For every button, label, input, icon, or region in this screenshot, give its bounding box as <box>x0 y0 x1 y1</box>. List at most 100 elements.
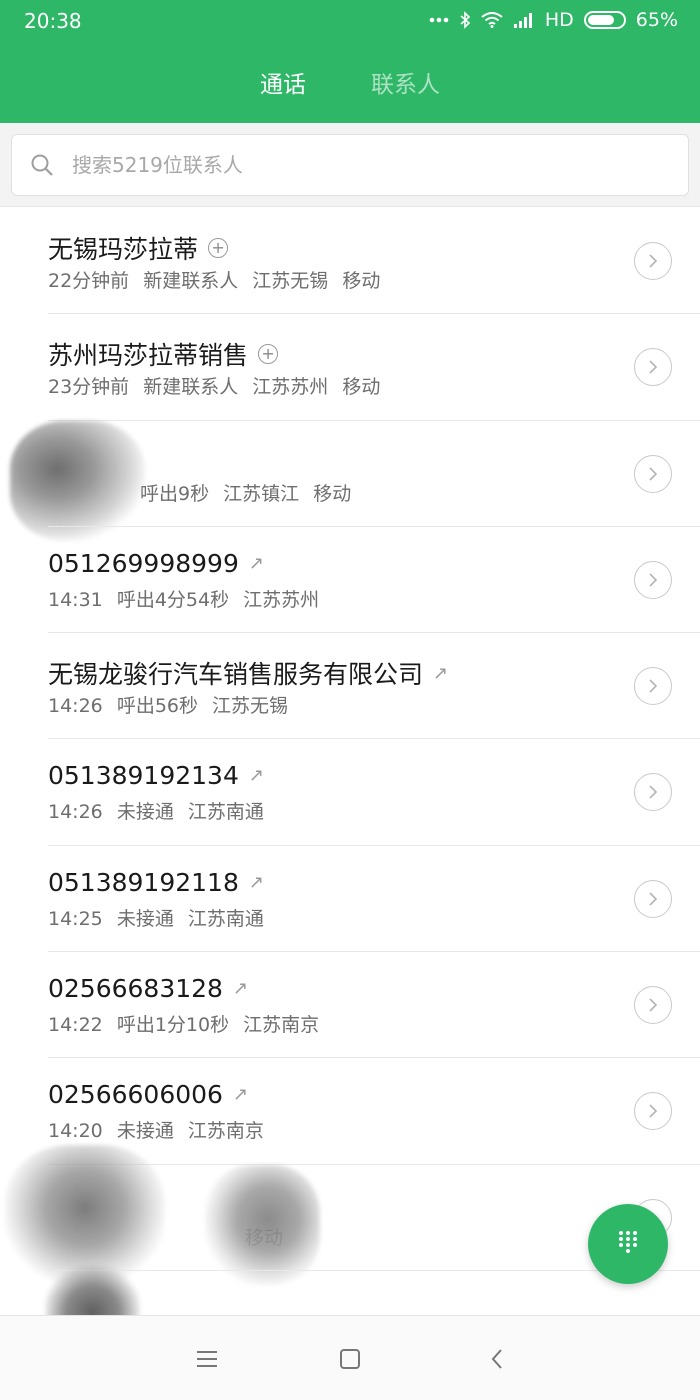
status-icons: HD 65% <box>429 9 678 31</box>
call-time: 22分钟前 <box>48 270 130 292</box>
outgoing-call-icon: ↗ <box>248 552 264 574</box>
outgoing-call-icon: ↗ <box>248 871 264 893</box>
tab-calls[interactable]: 通话 <box>260 60 306 110</box>
call-log-detail: 14:26 呼出56秒 江苏无锡 <box>48 691 296 718</box>
caller-number: 02566683128 <box>48 974 223 1004</box>
chevron-right-icon[interactable] <box>634 560 672 599</box>
dialpad-button[interactable] <box>588 1204 668 1284</box>
system-nav-bar <box>0 1315 700 1400</box>
call-location: 江苏苏州 <box>252 376 329 399</box>
redaction-scribble <box>10 420 145 541</box>
call-carrier: 移动 <box>313 482 352 505</box>
search-input[interactable] <box>72 153 652 177</box>
caller-name: 无锡玛莎拉蒂 <box>48 235 199 264</box>
call-location: 江苏无锡 <box>212 695 289 718</box>
call-status: 新建联系人 <box>143 376 239 399</box>
battery-level: 65% <box>635 9 678 31</box>
call-time: 14:25 <box>48 907 103 930</box>
chevron-right-icon[interactable] <box>634 667 672 706</box>
call-log-list: 无锡玛莎拉蒂 + 22分钟前 新建联系人 江苏无锡 移动 苏州玛莎拉蒂销售 + … <box>0 208 700 1285</box>
call-log-name: 无锡龙骏行汽车销售服务有限公司 ↗ <box>48 655 448 691</box>
search-area <box>0 123 700 207</box>
caller-number: 051389192134 <box>48 761 239 791</box>
call-status: 未接通 <box>116 907 174 930</box>
call-log-detail: 呼出9秒 江苏镇江 移动 <box>140 479 359 506</box>
call-status: 呼出1分10秒 <box>116 1014 230 1037</box>
outgoing-call-icon: ↗ <box>248 765 264 787</box>
call-log-detail: 22分钟前 新建联系人 江苏无锡 移动 <box>48 266 388 293</box>
call-status: 新建联系人 <box>143 270 239 292</box>
call-log-name: 051269998999 ↗ <box>48 549 264 578</box>
call-log-name: 02566683128 ↗ <box>48 974 248 1003</box>
status-bar: 20:38 HD 65% <box>0 0 700 44</box>
tab-contacts[interactable]: 联系人 <box>371 60 440 110</box>
call-location: 江苏南京 <box>243 1014 320 1037</box>
call-time: 14:26 <box>48 801 103 824</box>
outgoing-call-icon: ↗ <box>232 978 249 1000</box>
call-log-row[interactable]: 无锡玛莎拉蒂 + 22分钟前 新建联系人 江苏无锡 移动 <box>0 208 700 315</box>
call-log-detail: 14:25 未接通 江苏南通 <box>48 904 272 931</box>
call-time: 23分钟前 <box>48 376 130 399</box>
outgoing-call-icon: ↗ <box>232 1084 249 1106</box>
redaction-scribble <box>5 1144 165 1285</box>
call-log-row[interactable]: 051389192118 ↗ 14:25 未接通 江苏南通 <box>0 846 700 953</box>
redaction-scribble <box>205 1164 320 1285</box>
call-log-detail: 14:31 呼出4分54秒 江苏苏州 <box>48 585 327 612</box>
dialpad-icon <box>617 1230 639 1258</box>
call-status: 呼出4分54秒 <box>116 588 230 611</box>
search-icon <box>12 134 72 196</box>
chevron-right-icon[interactable] <box>634 1092 672 1131</box>
call-log-name: 02566606006 ↗ <box>48 1080 248 1109</box>
back-icon[interactable] <box>482 1344 512 1374</box>
call-log-row[interactable]: 051389192134 ↗ 14:26 未接通 江苏南通 <box>0 739 700 847</box>
caller-name: 无锡龙骏行汽车销售服务有限公司 <box>48 660 424 690</box>
call-location: 江苏南通 <box>187 801 264 824</box>
call-location: 江苏无锡 <box>252 270 329 292</box>
bluetooth-icon <box>459 11 471 29</box>
network-label: HD <box>544 9 574 31</box>
call-time: 14:26 <box>48 695 103 718</box>
call-location: 江苏镇江 <box>223 482 300 505</box>
outgoing-call-icon: ↗ <box>433 662 449 684</box>
call-location: 江苏苏州 <box>243 588 320 611</box>
call-location: 江苏南通 <box>187 907 264 930</box>
call-log-name: 051389192118 ↗ <box>48 868 264 897</box>
chevron-right-icon[interactable] <box>634 242 672 280</box>
call-log-name: 051389192134 ↗ <box>48 761 264 790</box>
call-status: 未接通 <box>116 1120 174 1143</box>
caller-number: 02566606006 <box>48 1080 223 1110</box>
call-log-detail: 14:26 未接通 江苏南通 <box>48 797 272 824</box>
call-status: 呼出9秒 <box>140 482 210 505</box>
call-log-row[interactable]: 呼出9秒 江苏镇江 移动 <box>0 420 700 541</box>
tab-bar: 通话 联系人 <box>0 60 700 110</box>
call-time: 14:22 <box>48 1014 103 1037</box>
call-log-name: 苏州玛莎拉蒂销售 + <box>48 336 279 372</box>
call-location: 江苏南京 <box>187 1120 264 1143</box>
call-log-row[interactable]: 02566683128 ↗ 14:22 呼出1分10秒 江苏南京 <box>0 952 700 1059</box>
signal-icon <box>513 12 535 28</box>
chevron-right-icon[interactable] <box>634 986 672 1025</box>
call-log-row[interactable]: 无锡龙骏行汽车销售服务有限公司 ↗ 14:26 呼出56秒 江苏无锡 <box>0 633 700 740</box>
home-icon[interactable] <box>335 1344 365 1374</box>
caller-number: 051269998999 <box>48 548 239 578</box>
chevron-right-icon[interactable] <box>634 454 672 493</box>
chevron-right-icon[interactable] <box>634 348 672 387</box>
call-carrier: 移动 <box>342 376 381 399</box>
call-log-row[interactable]: 苏州玛莎拉蒂销售 + 23分钟前 新建联系人 江苏苏州 移动 <box>0 314 700 421</box>
menu-icon[interactable] <box>192 1344 222 1374</box>
chevron-right-icon[interactable] <box>634 879 672 918</box>
caller-name: 苏州玛莎拉蒂销售 <box>48 341 249 371</box>
call-time: 14:31 <box>48 588 103 611</box>
call-status: 未接通 <box>116 801 174 824</box>
app-header: 20:38 HD 65% 通话 联系人 <box>0 0 700 123</box>
chevron-right-icon[interactable] <box>634 773 672 812</box>
add-contact-icon: + <box>208 238 229 258</box>
status-time: 20:38 <box>24 9 82 33</box>
search-box[interactable] <box>11 134 689 196</box>
call-status: 呼出56秒 <box>116 695 198 718</box>
call-log-detail: 14:20 未接通 江苏南京 <box>48 1116 272 1143</box>
call-log-row[interactable]: 051269998999 ↗ 14:31 呼出4分54秒 江苏苏州 <box>0 527 700 634</box>
call-time: 14:20 <box>48 1120 103 1143</box>
call-log-detail: 23分钟前 新建联系人 江苏苏州 移动 <box>48 372 388 399</box>
more-dots-icon <box>429 17 449 23</box>
